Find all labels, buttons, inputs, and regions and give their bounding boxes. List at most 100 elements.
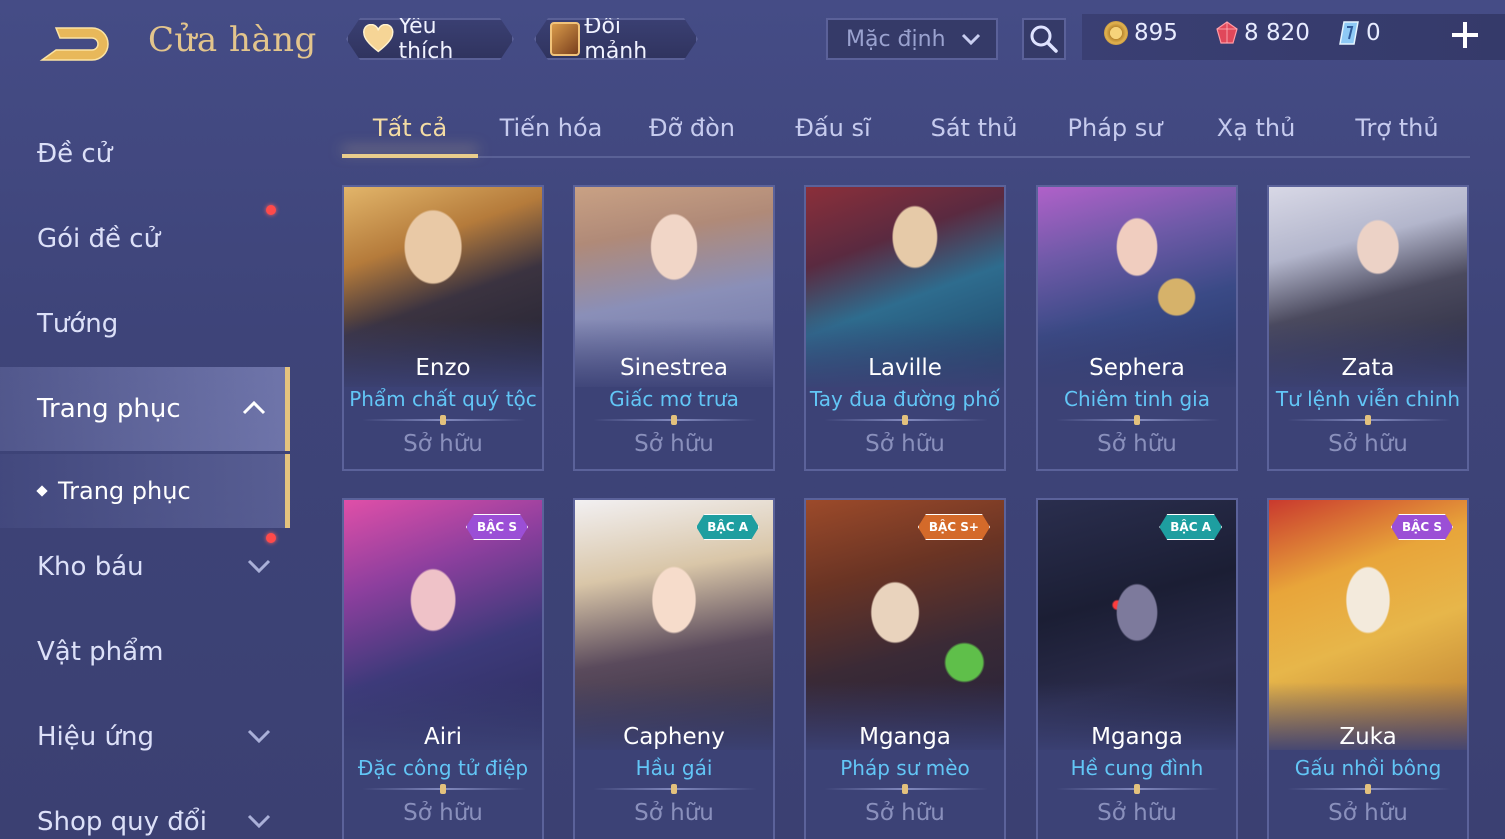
- owned-status: Sở hữu: [1097, 800, 1177, 826]
- exchange-label: Đổi mảnh: [584, 14, 648, 64]
- card-divider: [1056, 419, 1220, 421]
- favorites-label: Yêu thích: [398, 14, 454, 64]
- currency-bar: 895 8 820 0: [1082, 14, 1505, 60]
- sort-dropdown[interactable]: Mặc định: [826, 18, 998, 60]
- skin-card[interactable]: Enzo Phẩm chất quý tộc Sở hữu: [342, 185, 544, 471]
- ruby-balance: 8 820: [1216, 20, 1310, 46]
- chevron-up-icon: [242, 400, 266, 415]
- skin-name: Tay đua đường phố: [809, 387, 1001, 411]
- card-divider: [1287, 419, 1451, 421]
- hero-name: Sinestrea: [620, 355, 728, 381]
- card-divider: [1056, 788, 1220, 790]
- tab-mage[interactable]: Pháp sư: [1047, 114, 1183, 142]
- tab-support[interactable]: Trợ thủ: [1329, 114, 1465, 142]
- sidebar-item-effects[interactable]: Hiệu ứng: [0, 695, 290, 779]
- sidebar-item-items[interactable]: Vật phẩm: [0, 610, 290, 694]
- card-divider: [824, 419, 988, 421]
- skin-name: Hầu gái: [635, 756, 713, 780]
- sort-value: Mặc định: [846, 26, 946, 52]
- voucher-icon: [1339, 21, 1359, 45]
- skin-card[interactable]: Zata Tư lệnh viễn chinh Sở hữu: [1267, 185, 1469, 471]
- skin-card[interactable]: BẬC A Mganga Hề cung đình Sở hữu: [1036, 498, 1238, 839]
- hero-name: Laville: [868, 355, 942, 381]
- exchange-fragments-button[interactable]: Đổi mảnh: [534, 18, 698, 60]
- search-button[interactable]: [1022, 18, 1066, 60]
- page-title: Cửa hàng: [148, 20, 317, 60]
- sidebar-item-label: Hiệu ứng: [37, 722, 154, 752]
- search-icon: [1030, 25, 1058, 53]
- back-button[interactable]: [36, 22, 116, 66]
- tab-evolution[interactable]: Tiến hóa: [483, 114, 619, 142]
- hero-name: Sephera: [1089, 355, 1185, 381]
- tab-marksman[interactable]: Xạ thủ: [1188, 114, 1324, 142]
- sidebar: Đề cử Gói đề cử Tướng Trang phục Trang p…: [0, 98, 290, 839]
- sidebar-item-skins[interactable]: Trang phục: [0, 367, 290, 451]
- back-arrow-icon: [39, 27, 109, 61]
- tier-badge: BẬC S: [1391, 514, 1453, 540]
- card-divider: [362, 419, 526, 421]
- voucher-balance: 0: [1338, 20, 1381, 46]
- card-divider: [593, 419, 757, 421]
- hero-name: Airi: [424, 724, 462, 750]
- tier-badge: BẬC A: [1159, 514, 1222, 540]
- owned-status: Sở hữu: [1328, 800, 1408, 826]
- skin-name: Chiêm tinh gia: [1064, 387, 1210, 411]
- chevron-down-icon: [247, 814, 271, 829]
- chevron-down-icon: [961, 33, 981, 46]
- hero-name: Mganga: [859, 724, 951, 750]
- sidebar-item-bundles[interactable]: Gói đề cử: [0, 197, 290, 281]
- active-tab-indicator: [342, 154, 478, 158]
- owned-status: Sở hữu: [634, 431, 714, 457]
- owned-status: Sở hữu: [1328, 431, 1408, 457]
- hero-name: Capheny: [623, 724, 725, 750]
- chest-icon: [550, 22, 580, 56]
- skin-card[interactable]: BẬC S+ Mganga Pháp sư mèo Sở hữu: [804, 498, 1006, 839]
- skin-name: Đặc công tử điệp: [357, 756, 529, 780]
- skin-card[interactable]: BẬC A Capheny Hầu gái Sở hữu: [573, 498, 775, 839]
- skin-card[interactable]: Sephera Chiêm tinh gia Sở hữu: [1036, 185, 1238, 471]
- skin-card[interactable]: Sinestrea Giấc mơ trưa Sở hữu: [573, 185, 775, 471]
- tab-tank[interactable]: Đỡ đòn: [624, 114, 760, 142]
- card-divider: [593, 788, 757, 790]
- card-divider: [362, 788, 526, 790]
- ruby-amount: 8 820: [1244, 20, 1310, 46]
- add-currency-button[interactable]: [1448, 18, 1482, 52]
- ruby-icon: [1216, 21, 1238, 44]
- gold-amount: 895: [1134, 20, 1178, 46]
- tab-all[interactable]: Tất cả: [342, 114, 478, 142]
- sidebar-subitem-skins[interactable]: Trang phục: [0, 454, 290, 528]
- sidebar-item-recommended[interactable]: Đề cử: [0, 112, 290, 196]
- hero-name: Mganga: [1091, 724, 1183, 750]
- skin-name: Pháp sư mèo: [840, 756, 970, 780]
- sidebar-item-label: Shop quy đổi: [37, 807, 207, 837]
- role-tabs: Tất cả Tiến hóa Đỡ đòn Đấu sĩ Sát thủ Ph…: [342, 100, 1470, 158]
- skin-name: Hề cung đình: [1070, 756, 1204, 780]
- sidebar-item-label: Vật phẩm: [37, 637, 164, 667]
- hero-name: Enzo: [415, 355, 471, 381]
- sidebar-item-label: Trang phục: [37, 394, 181, 424]
- hero-name: Zuka: [1339, 724, 1397, 750]
- top-bar: Cửa hàng Yêu thích Đổi mảnh Mặc định 895: [0, 0, 1505, 80]
- sidebar-item-heroes[interactable]: Tướng: [0, 282, 290, 366]
- sidebar-item-label: Gói đề cử: [37, 224, 161, 254]
- sidebar-item-label: Đề cử: [37, 139, 113, 169]
- owned-status: Sở hữu: [634, 800, 714, 826]
- heart-icon: [362, 24, 395, 54]
- tab-fighter[interactable]: Đấu sĩ: [765, 114, 901, 142]
- coin-icon: [1104, 21, 1128, 45]
- skin-name: Tư lệnh viễn chinh: [1275, 387, 1461, 411]
- bullet-icon: [36, 485, 48, 497]
- sidebar-item-exchange-shop[interactable]: Shop quy đổi: [0, 780, 290, 839]
- skin-card[interactable]: Laville Tay đua đường phố Sở hữu: [804, 185, 1006, 471]
- sidebar-subitem-label: Trang phục: [58, 477, 191, 505]
- owned-status: Sở hữu: [1097, 431, 1177, 457]
- favorites-button[interactable]: Yêu thích: [346, 18, 514, 60]
- skin-card[interactable]: BẬC S Zuka Gấu nhồi bông Sở hữu: [1267, 498, 1469, 839]
- owned-status: Sở hữu: [865, 800, 945, 826]
- skin-card[interactable]: BẬC S Airi Đặc công tử điệp Sở hữu: [342, 498, 544, 839]
- skin-name: Phẩm chất quý tộc: [349, 387, 537, 411]
- tab-assassin[interactable]: Sát thủ: [906, 114, 1042, 142]
- sidebar-item-treasure[interactable]: Kho báu: [0, 525, 290, 609]
- owned-status: Sở hữu: [403, 431, 483, 457]
- tier-badge: BẬC S: [466, 514, 528, 540]
